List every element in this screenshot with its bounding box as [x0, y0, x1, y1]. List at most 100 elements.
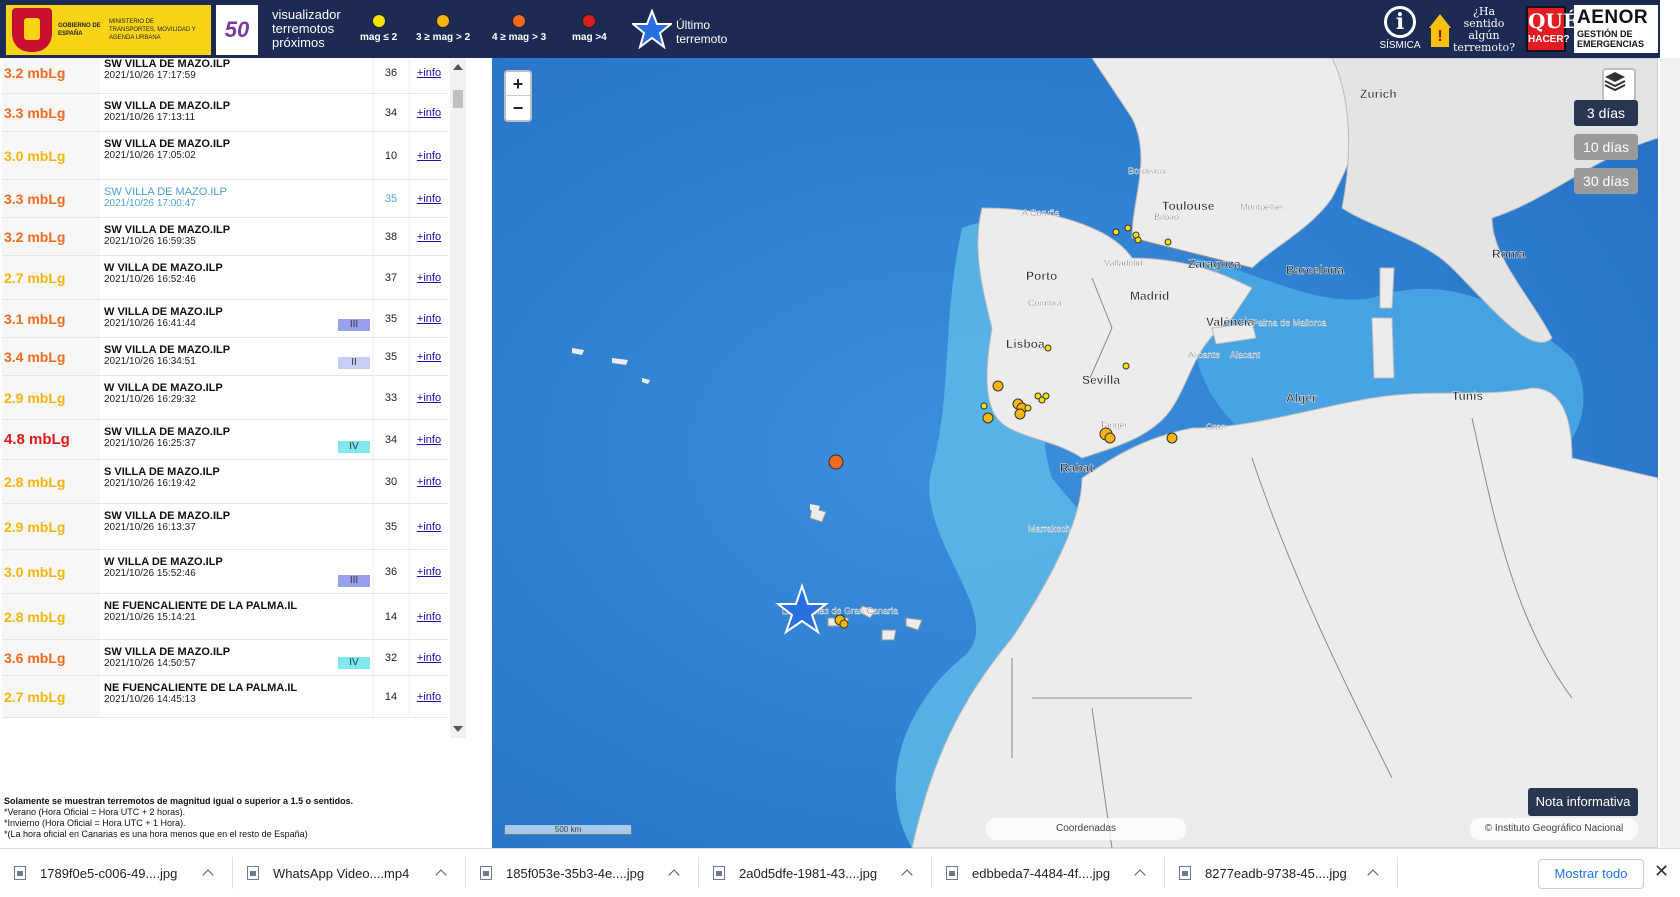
- download-item[interactable]: edbbeda7-4484-4f....jpg: [932, 857, 1165, 889]
- scroll-thumb[interactable]: [453, 90, 463, 108]
- quake-marker[interactable]: [992, 380, 1004, 392]
- quake-marker[interactable]: [1042, 392, 1050, 400]
- zoom-out-button[interactable]: −: [506, 96, 530, 120]
- magnitude-value: 3.6 mbLg: [4, 649, 66, 666]
- scroll-up-icon[interactable]: [453, 64, 463, 70]
- aenor-logo[interactable]: AENOR GESTIÓN DE EMERGENCIAS: [1574, 5, 1658, 53]
- quake-marker[interactable]: [1044, 344, 1052, 352]
- quake-marker[interactable]: [982, 412, 994, 424]
- file-icon: [480, 866, 492, 880]
- chevron-up-icon[interactable]: [668, 869, 680, 881]
- aenor-sub: GESTIÓN DE EMERGENCIAS: [1577, 29, 1645, 49]
- quake-marker[interactable]: [1104, 432, 1116, 444]
- earthquake-row[interactable]: 3.1 mbLg W VILLA DE MAZO.ILP 2021/10/26 16…: [2, 300, 448, 338]
- info-link[interactable]: +info: [417, 272, 441, 284]
- info-link[interactable]: +info: [417, 392, 441, 404]
- earthquake-row[interactable]: 3.3 mbLg SW VILLA DE MAZO.ILP 2021/10/26 1…: [2, 94, 448, 132]
- info-link[interactable]: +info: [417, 652, 441, 664]
- quake-marker[interactable]: [1112, 228, 1120, 236]
- info-link[interactable]: +info: [417, 566, 441, 578]
- download-item[interactable]: WhatsApp Video....mp4: [233, 857, 466, 889]
- earthquake-row[interactable]: 2.9 mbLg SW VILLA DE MAZO.ILP 2021/10/26 1…: [2, 504, 448, 550]
- quake-marker[interactable]: [980, 402, 988, 410]
- map[interactable]: Zurich Bordeaux Toulouse Montpellier A Coruñ…: [492, 58, 1658, 848]
- legend-dot-icon: [512, 14, 527, 28]
- close-icon[interactable]: ✕: [1654, 861, 1669, 882]
- range-30-days-button[interactable]: 30 días: [1574, 168, 1638, 194]
- ministry-name: MINISTERIO DE TRANSPORTES, MOVILIDAD Y A…: [109, 19, 196, 41]
- earthquake-row[interactable]: 3.0 mbLg W VILLA DE MAZO.ILP 2021/10/26 15…: [2, 550, 448, 594]
- info-link[interactable]: +info: [417, 351, 441, 363]
- earthquake-row[interactable]: 2.8 mbLg NE FUENCALIENTE DE LA PALMA.IL 20…: [2, 594, 448, 640]
- info-link[interactable]: +info: [417, 691, 441, 703]
- government-logo[interactable]: GOBIERNO DE ESPAÑA MINISTERIO DE TRANSPO…: [6, 5, 211, 55]
- quake-marker[interactable]: [1124, 224, 1132, 232]
- earthquake-row[interactable]: 3.2 mbLg SW VILLA DE MAZO.ILP 2021/10/26 1…: [2, 58, 448, 94]
- layers-button[interactable]: [1602, 68, 1636, 102]
- info-link[interactable]: +info: [417, 231, 441, 243]
- earthquake-row[interactable]: 2.8 mbLg S VILLA DE MAZO.ILP 2021/10/26 16…: [2, 460, 448, 504]
- what-to-do-button[interactable]: QUÉ HACER?: [1526, 6, 1578, 52]
- info-link[interactable]: +info: [417, 150, 441, 162]
- info-link[interactable]: +info: [417, 434, 441, 446]
- app-header: GOBIERNO DE ESPAÑA MINISTERIO DE TRANSPO…: [0, 0, 1660, 58]
- range-10-days-button[interactable]: 10 días: [1574, 134, 1638, 160]
- page-scrollbar[interactable]: [1660, 58, 1680, 848]
- scroll-down-icon[interactable]: [453, 726, 463, 732]
- quake-marker[interactable]: [839, 619, 849, 629]
- earthquake-row[interactable]: 3.3 mbLg SW VILLA DE MAZO.ILP 2021/10/26 1…: [2, 180, 448, 218]
- show-all-button[interactable]: Mostrar todo: [1538, 859, 1644, 889]
- download-item[interactable]: 185f053e-35b3-4e....jpg: [466, 857, 699, 889]
- chevron-up-icon[interactable]: [435, 869, 447, 881]
- earthquake-row[interactable]: 2.9 mbLg W VILLA DE MAZO.ILP 2021/10/26 16…: [2, 376, 448, 420]
- info-link[interactable]: +info: [417, 107, 441, 119]
- map-label: Tunis: [1452, 389, 1483, 403]
- location-cell: SW VILLA DE MAZO.ILP 2021/10/26 17:17:59: [100, 58, 372, 93]
- nota-informativa-button[interactable]: Nota informativa: [1528, 788, 1638, 816]
- download-item[interactable]: 2a0d5dfe-1981-43....jpg: [699, 857, 932, 889]
- quake-marker[interactable]: [1166, 432, 1178, 444]
- map-canvas[interactable]: Zurich Bordeaux Toulouse Montpellier A Coruñ…: [492, 58, 1658, 848]
- info-link[interactable]: +info: [417, 67, 441, 79]
- zoom-in-button[interactable]: +: [506, 72, 530, 96]
- info-cell: +info: [410, 420, 448, 459]
- list-scrollbar[interactable]: [450, 58, 466, 738]
- earthquake-row[interactable]: 3.2 mbLg SW VILLA DE MAZO.ILP 2021/10/26 1…: [2, 218, 448, 256]
- chevron-up-icon[interactable]: [202, 869, 214, 881]
- download-item[interactable]: 8277eadb-9738-45....jpg: [1165, 857, 1398, 889]
- quake-marker[interactable]: [828, 454, 844, 470]
- info-link[interactable]: +info: [417, 476, 441, 488]
- earthquake-row[interactable]: 4.8 mbLg SW VILLA DE MAZO.ILP 2021/10/26 1…: [2, 420, 448, 460]
- chevron-up-icon[interactable]: [1367, 869, 1379, 881]
- chevron-up-icon[interactable]: [1134, 869, 1146, 881]
- quake-marker[interactable]: [1014, 408, 1026, 420]
- info-link[interactable]: +info: [417, 611, 441, 623]
- intensity-badge: IV: [338, 657, 370, 669]
- anniversary-logo[interactable]: 50: [216, 5, 258, 55]
- earthquake-row[interactable]: 2.7 mbLg W VILLA DE MAZO.ILP 2021/10/26 16…: [2, 256, 448, 300]
- sismica-info-button[interactable]: i SÍSMICA: [1376, 6, 1424, 54]
- chevron-up-icon[interactable]: [901, 869, 913, 881]
- quake-marker[interactable]: [1024, 404, 1032, 412]
- earthquake-row[interactable]: 3.4 mbLg SW VILLA DE MAZO.ILP 2021/10/26 1…: [2, 338, 448, 376]
- download-item[interactable]: 1789f0e5-c006-49....jpg: [0, 857, 233, 889]
- quake-marker[interactable]: [1132, 231, 1140, 239]
- felt-earthquake-button[interactable]: ¿Ha sentido algún terremoto?: [1428, 6, 1518, 54]
- legend-label: mag >4: [572, 32, 607, 43]
- magnitude-value: 2.8 mbLg: [4, 608, 66, 625]
- map-label: Barcelona: [1286, 263, 1344, 277]
- info-link[interactable]: +info: [417, 193, 441, 205]
- earthquake-row[interactable]: 3.0 mbLg SW VILLA DE MAZO.ILP 2021/10/26 1…: [2, 132, 448, 180]
- quake-marker[interactable]: [1164, 238, 1172, 246]
- earthquake-row[interactable]: 3.6 mbLg SW VILLA DE MAZO.ILP 2021/10/26 1…: [2, 640, 448, 676]
- info-link[interactable]: +info: [417, 521, 441, 533]
- location-name: SW VILLA DE MAZO.ILP: [104, 100, 231, 112]
- quake-marker[interactable]: [1122, 362, 1130, 370]
- map-attribution[interactable]: © Instituto Geográfico Nacional: [1470, 818, 1638, 840]
- location-cell: SW VILLA DE MAZO.ILP 2021/10/26 16:34:51 I…: [100, 338, 372, 375]
- location-name: W VILLA DE MAZO.ILP: [104, 262, 223, 274]
- range-3-days-button[interactable]: 3 días: [1574, 100, 1638, 126]
- earthquake-row[interactable]: 2.7 mbLg NE FUENCALIENTE DE LA PALMA.IL 20…: [2, 676, 448, 718]
- legend-dot-icon: [436, 14, 451, 28]
- info-link[interactable]: +info: [417, 313, 441, 325]
